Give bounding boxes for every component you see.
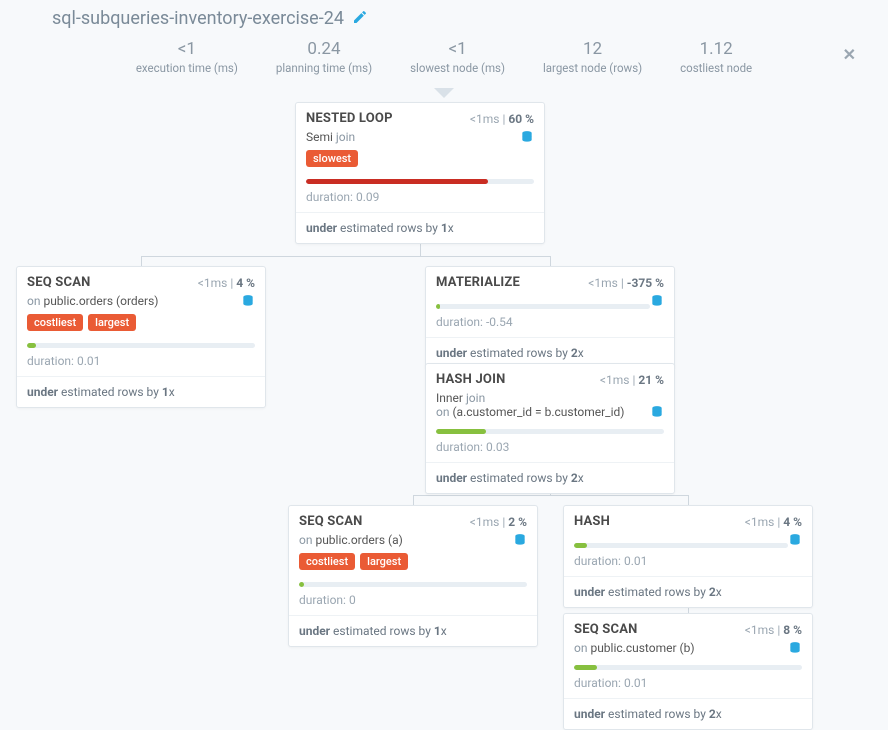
node-stats: <1ms | 60 %: [470, 112, 534, 126]
badge-costliest: costliest: [299, 553, 355, 570]
duration-bar: [306, 179, 534, 184]
node-stats: <1ms | -375 %: [588, 276, 664, 290]
node-materialize[interactable]: MATERIALIZE <1ms | -375 % duration: -0.5…: [425, 266, 675, 369]
estimate-text: under estimated rows by 2x: [564, 576, 812, 607]
database-icon[interactable]: [788, 641, 802, 655]
database-icon[interactable]: [650, 294, 664, 308]
node-stats: <1ms | 2 %: [470, 515, 527, 529]
metric-execution-time: <1 execution time (ms): [136, 39, 238, 75]
metric-costliest-node: 1.12 costliest node: [680, 39, 752, 75]
duration-text: duration: -0.54: [426, 313, 674, 337]
node-subtitle: on public.customer (b): [564, 641, 812, 659]
duration-bar: [27, 343, 255, 348]
duration-text: duration: 0.03: [426, 438, 674, 462]
duration-bar: [574, 543, 788, 548]
database-icon[interactable]: [788, 533, 802, 547]
node-stats: <1ms | 4 %: [745, 515, 802, 529]
metric-largest-node: 12 largest node (rows): [543, 39, 642, 75]
duration-text: duration: 0.01: [564, 674, 812, 698]
connector: [141, 256, 142, 266]
database-icon[interactable]: [520, 130, 534, 144]
duration-bar: [574, 665, 802, 670]
connector: [413, 495, 688, 496]
estimate-text: under estimated rows by 1x: [289, 615, 537, 646]
page-title: sql-subqueries-inventory-exercise-24: [52, 8, 344, 29]
node-badges: costliest largest: [17, 312, 265, 337]
database-icon[interactable]: [650, 405, 664, 419]
node-badges: costliest largest: [289, 551, 537, 576]
node-stats: <1ms | 21 %: [600, 373, 664, 387]
node-subtitle: on public.orders (orders): [17, 294, 265, 312]
badge-slowest: slowest: [306, 150, 358, 167]
estimate-text: under estimated rows by 2x: [564, 698, 812, 729]
connector: [550, 256, 551, 266]
edit-icon[interactable]: [352, 9, 368, 29]
metrics-row: <1 execution time (ms) 0.24 planning tim…: [0, 33, 888, 91]
node-hash[interactable]: HASH <1ms | 4 % duration: 0.01 under est…: [563, 505, 813, 608]
badge-largest: largest: [88, 314, 136, 331]
duration-bar: [436, 429, 664, 434]
node-seq-scan-orders-a[interactable]: SEQ SCAN <1ms | 2 % on public.orders (a)…: [288, 505, 538, 647]
node-title: HASH JOIN: [436, 372, 505, 387]
metric-slowest-node: <1 slowest node (ms): [410, 39, 505, 75]
duration-text: duration: 0.01: [564, 552, 812, 576]
node-nested-loop[interactable]: NESTED LOOP <1ms | 60 % Semi join slowes…: [295, 102, 545, 244]
close-icon[interactable]: ✕: [843, 45, 856, 64]
node-title: HASH: [574, 514, 610, 529]
node-stats: <1ms | 4 %: [198, 276, 255, 290]
database-icon[interactable]: [513, 533, 527, 547]
pointer-down-icon: [434, 88, 454, 98]
node-title: SEQ SCAN: [299, 514, 363, 529]
connector: [141, 256, 551, 257]
node-title: SEQ SCAN: [574, 622, 638, 637]
estimate-text: under estimated rows by 2x: [426, 462, 674, 493]
metric-planning-time: 0.24 planning time (ms): [276, 39, 372, 75]
node-seq-scan-orders[interactable]: SEQ SCAN <1ms | 4 % on public.orders (or…: [16, 266, 266, 408]
node-hash-join[interactable]: HASH JOIN <1ms | 21 % Inner join on (a.c…: [425, 363, 675, 494]
duration-bar: [299, 582, 527, 587]
duration-text: duration: 0.09: [296, 188, 544, 212]
node-stats: <1ms | 8 %: [745, 623, 802, 637]
node-badges: slowest: [296, 148, 544, 173]
node-subtitle: on public.orders (a): [289, 533, 537, 551]
badge-costliest: costliest: [27, 314, 83, 331]
estimate-text: under estimated rows by 1x: [17, 376, 265, 407]
duration-text: duration: 0: [289, 591, 537, 615]
connector: [688, 495, 689, 505]
node-title: SEQ SCAN: [27, 275, 91, 290]
node-subtitle: Semi join: [296, 130, 544, 148]
page-header: sql-subqueries-inventory-exercise-24: [0, 0, 888, 33]
connector: [413, 495, 414, 505]
badge-largest: largest: [360, 553, 408, 570]
node-title: MATERIALIZE: [436, 275, 520, 290]
duration-bar: [436, 304, 650, 309]
node-seq-scan-customer[interactable]: SEQ SCAN <1ms | 8 % on public.customer (…: [563, 613, 813, 730]
database-icon[interactable]: [241, 294, 255, 308]
duration-text: duration: 0.01: [17, 352, 265, 376]
estimate-text: under estimated rows by 1x: [296, 212, 544, 243]
node-subtitle: Inner join on (a.customer_id = b.custome…: [426, 391, 674, 423]
node-title: NESTED LOOP: [306, 111, 393, 126]
